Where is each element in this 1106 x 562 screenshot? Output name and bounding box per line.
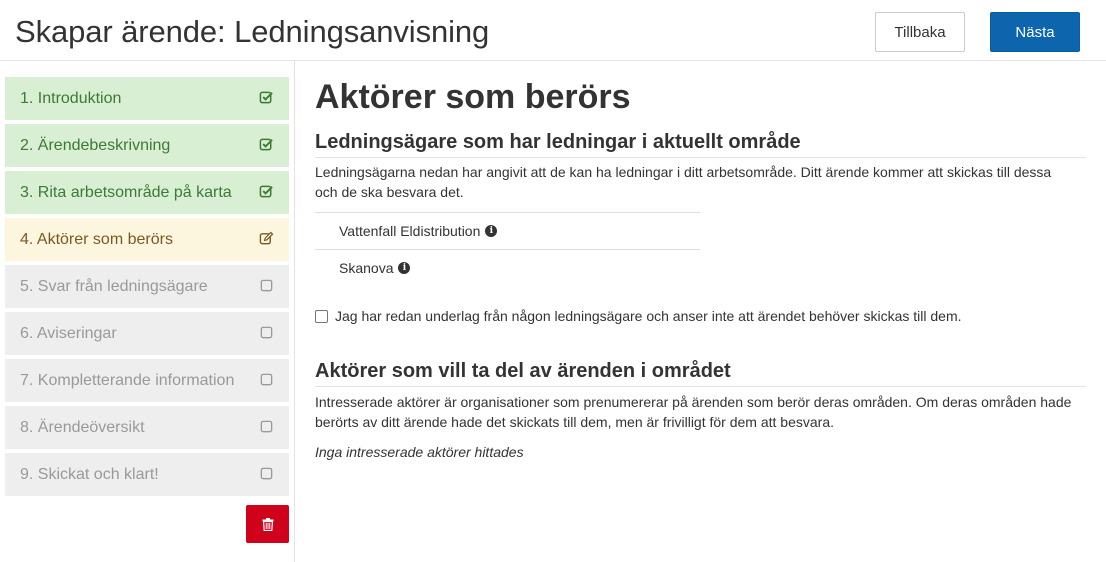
owner-row-vattenfall: Vattenfall Eldistribution i: [315, 212, 700, 249]
already-have-documents-checkbox[interactable]: [315, 309, 328, 323]
empty-square-icon: [260, 420, 273, 433]
owner-name: Vattenfall Eldistribution: [339, 223, 481, 239]
page-header: Skapar ärende: Ledningsanvisning Tillbak…: [0, 0, 1106, 61]
sidebar-step-5[interactable]: 5. Svar från ledningsägare: [5, 265, 289, 308]
step-label: 6. Aviseringar: [20, 324, 117, 342]
sidebar-step-4[interactable]: 4. Aktörer som berörs: [5, 218, 289, 261]
owners-description: Ledningsägarna nedan har angivit att de …: [315, 164, 1052, 200]
step-label: 8. Ärendeöversikt: [20, 418, 145, 436]
trash-icon: [262, 517, 273, 531]
interested-description: Intresserade aktörer är organisationer s…: [315, 394, 1072, 430]
check-square-icon: [259, 185, 273, 198]
info-icon[interactable]: i: [398, 262, 411, 274]
owner-row-skanova: Skanova i: [315, 249, 700, 286]
sidebar-step-9[interactable]: 9. Skickat och klart!: [5, 453, 289, 496]
empty-square-icon: [260, 467, 273, 480]
sidebar-step-8[interactable]: 8. Ärendeöversikt: [5, 406, 289, 449]
step-label: 9. Skickat och klart!: [20, 465, 159, 483]
step-label: 4. Aktörer som berörs: [20, 230, 173, 248]
sidebar-step-3[interactable]: 3. Rita arbetsområde på karta: [5, 171, 289, 214]
next-button[interactable]: Nästa: [990, 12, 1080, 52]
empty-square-icon: [260, 326, 273, 339]
sidebar-step-1[interactable]: 1. Introduktion: [5, 77, 289, 120]
step-label: 2. Ärendebeskrivning: [20, 136, 171, 154]
interested-heading: Aktörer som vill ta del av ärenden i omr…: [315, 360, 1086, 387]
owner-name: Skanova: [339, 260, 394, 276]
sidebar-step-6[interactable]: 6. Aviseringar: [5, 312, 289, 355]
empty-square-icon: [260, 279, 273, 292]
already-have-documents-option[interactable]: Jag har redan underlag från någon lednin…: [315, 308, 962, 324]
info-icon[interactable]: i: [485, 225, 498, 237]
delete-button[interactable]: [246, 505, 289, 543]
checkbox-label: Jag har redan underlag från någon lednin…: [335, 308, 962, 324]
step-label: 7. Kompletterande information: [20, 371, 235, 389]
check-square-icon: [259, 138, 273, 151]
step-label: 3. Rita arbetsområde på karta: [20, 183, 232, 201]
step-label: 5. Svar från ledningsägare: [20, 277, 208, 295]
edit-icon: [259, 231, 274, 245]
back-button[interactable]: Tillbaka: [875, 12, 965, 52]
section-title: Aktörer som berörs: [315, 78, 631, 116]
sidebar-step-2[interactable]: 2. Ärendebeskrivning: [5, 124, 289, 167]
step-label: 1. Introduktion: [20, 89, 122, 107]
empty-square-icon: [260, 373, 273, 386]
empty-interested-message: Inga intresserade aktörer hittades: [315, 444, 524, 460]
page-title: Skapar ärende: Ledningsanvisning: [15, 14, 490, 49]
step-sidebar: 1. Introduktion 2. Ärendebeskrivning 3. …: [0, 61, 295, 562]
owners-heading: Ledningsägare som har ledningar i aktuel…: [315, 131, 1086, 158]
sidebar-step-7[interactable]: 7. Kompletterande information: [5, 359, 289, 402]
check-square-icon: [259, 91, 273, 104]
